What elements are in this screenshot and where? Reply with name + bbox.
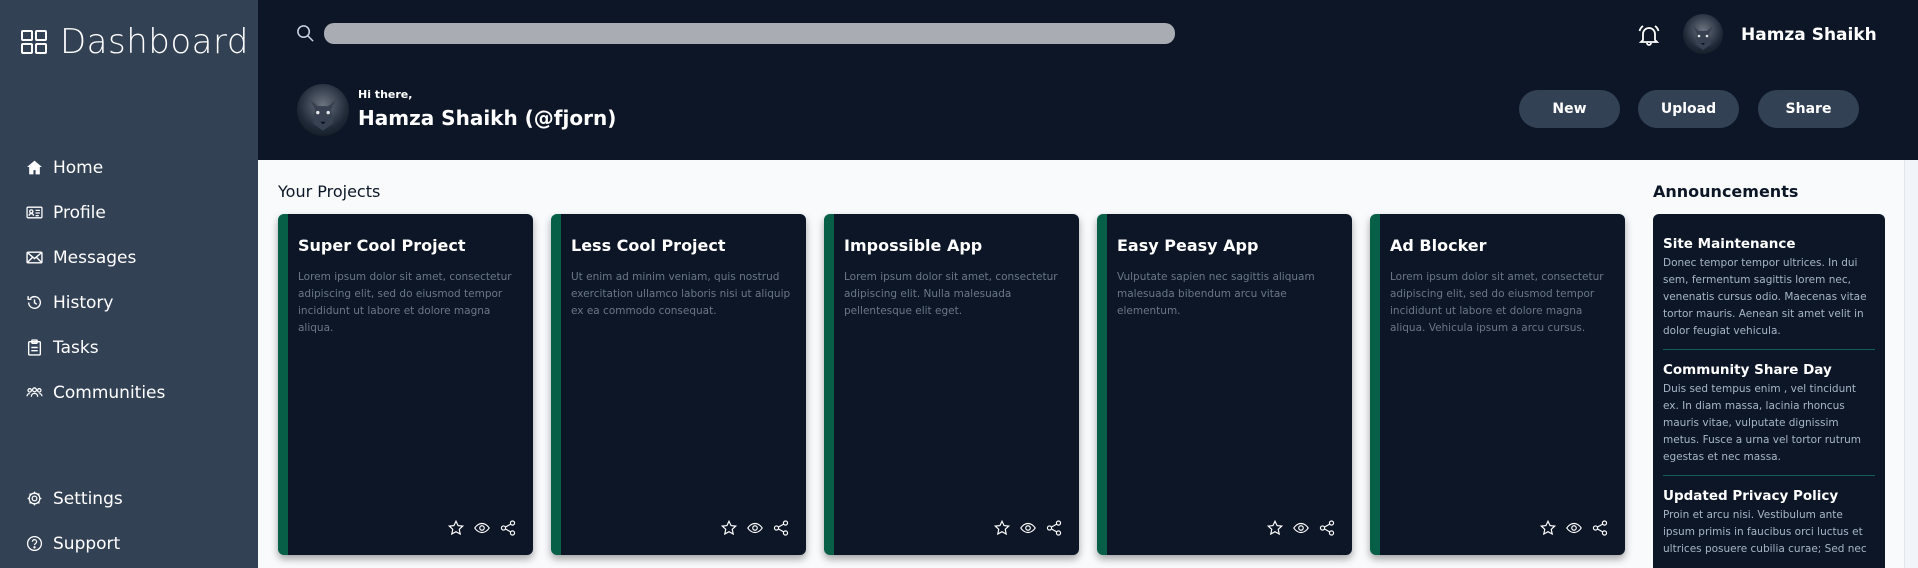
announcement-item[interactable]: Community Share Day Duis sed tempus enim…	[1653, 361, 1885, 466]
wolf-avatar-image	[1693, 26, 1713, 50]
upload-button[interactable]: Upload	[1638, 90, 1739, 128]
star-icon[interactable]	[1266, 519, 1284, 537]
project-card-actions	[1266, 519, 1336, 537]
star-icon[interactable]	[1539, 519, 1557, 537]
project-card-desc: Lorem ipsum dolor sit amet, consectetur …	[844, 271, 1058, 317]
sidebar-item-label: Profile	[53, 202, 106, 223]
announcement-body: Proin et arcu nisi. Vestibulum ante ipsu…	[1663, 509, 1867, 555]
search-input[interactable]	[324, 23, 1175, 44]
eye-icon[interactable]	[1565, 519, 1583, 537]
project-card-actions	[1539, 519, 1609, 537]
project-card-desc: Ut enim ad minim veniam, quis nostrud ex…	[571, 271, 791, 317]
announcement-title: Site Maintenance	[1663, 236, 1796, 252]
announcements-title: Announcements	[1653, 182, 1799, 201]
question-icon	[26, 535, 43, 552]
sidebar-item-home[interactable]: Home	[26, 145, 165, 190]
wolf-avatar-image	[310, 99, 336, 131]
project-card[interactable]: Ad Blocker Lorem ipsum dolor sit amet, c…	[1370, 214, 1625, 555]
project-card[interactable]: Easy Peasy App Vulputate sapien nec sagi…	[1097, 214, 1352, 555]
project-card-title: Ad Blocker	[1390, 236, 1487, 255]
divider	[1663, 475, 1875, 476]
project-card[interactable]: Super Cool Project Lorem ipsum dolor sit…	[278, 214, 533, 555]
share-icon[interactable]	[772, 519, 790, 537]
eye-icon[interactable]	[1292, 519, 1310, 537]
scrollbar[interactable]	[1904, 160, 1918, 568]
sidebar-item-messages[interactable]: Messages	[26, 235, 165, 280]
grid-icon	[21, 30, 47, 54]
star-icon[interactable]	[447, 519, 465, 537]
sidebar-item-history[interactable]: History	[26, 280, 165, 325]
greeting-name: Hamza Shaikh (@fjorn)	[358, 106, 617, 130]
clipboard-icon	[27, 339, 42, 356]
sidebar-item-label: History	[53, 292, 114, 313]
announcement-body: Donec tempor tempor ultrices. In dui sem…	[1663, 257, 1867, 337]
announcement-title: Community Share Day	[1663, 362, 1832, 378]
eye-icon[interactable]	[746, 519, 764, 537]
share-icon[interactable]	[1045, 519, 1063, 537]
share-button[interactable]: Share	[1758, 90, 1859, 128]
project-card-desc: Lorem ipsum dolor sit amet, consectetur …	[1390, 271, 1604, 334]
project-card-actions	[447, 519, 517, 537]
project-card-actions	[720, 519, 790, 537]
announcements-panel: Site Maintenance Donec tempor tempor ult…	[1653, 214, 1885, 568]
projects-title: Your Projects	[278, 182, 381, 201]
gear-icon	[27, 491, 42, 506]
sidebar-item-communities[interactable]: Communities	[26, 370, 165, 415]
sidebar-nav: Home Profile Messages History Tasks Comm…	[26, 145, 165, 415]
announcement-title: Updated Privacy Policy	[1663, 488, 1839, 504]
announcement-item[interactable]: Updated Privacy Policy Proin et arcu nis…	[1653, 487, 1885, 558]
user-name[interactable]: Hamza Shaikh	[1741, 24, 1877, 46]
sidebar: Dashboard Home Profile Messages History …	[0, 0, 258, 568]
sidebar-item-label: Tasks	[53, 337, 99, 358]
divider	[1663, 349, 1875, 350]
share-icon[interactable]	[499, 519, 517, 537]
sidebar-item-support[interactable]: Support	[26, 521, 123, 566]
sidebar-item-profile[interactable]: Profile	[26, 190, 165, 235]
sidebar-item-label: Home	[53, 157, 104, 178]
bell-ringing-icon[interactable]	[1636, 22, 1662, 48]
project-card-title: Less Cool Project	[571, 236, 726, 255]
eye-icon[interactable]	[473, 519, 491, 537]
greeting-avatar	[297, 84, 349, 136]
search-icon[interactable]	[296, 24, 315, 43]
sidebar-item-label: Communities	[53, 382, 166, 403]
project-card-desc: Vulputate sapien nec sagittis aliquam ma…	[1117, 271, 1315, 317]
star-icon[interactable]	[720, 519, 738, 537]
project-card-desc: Lorem ipsum dolor sit amet, consectetur …	[298, 271, 512, 334]
project-card-title: Super Cool Project	[298, 236, 466, 255]
project-card[interactable]: Impossible App Lorem ipsum dolor sit ame…	[824, 214, 1079, 555]
project-card[interactable]: Less Cool Project Ut enim ad minim venia…	[551, 214, 806, 555]
sidebar-footer: Settings Support	[26, 476, 123, 566]
brand-title: Dashboard	[60, 22, 249, 62]
project-card-actions	[993, 519, 1063, 537]
sidebar-item-settings[interactable]: Settings	[26, 476, 123, 521]
history-icon	[27, 295, 42, 309]
envelope-icon	[26, 251, 43, 264]
home-icon	[27, 160, 42, 175]
star-icon[interactable]	[993, 519, 1011, 537]
eye-icon[interactable]	[1019, 519, 1037, 537]
profile-card-icon	[26, 206, 43, 219]
share-icon[interactable]	[1591, 519, 1609, 537]
announcement-item[interactable]: Site Maintenance Donec tempor tempor ult…	[1653, 235, 1885, 340]
people-icon	[26, 387, 43, 397]
sidebar-item-label: Messages	[53, 247, 137, 268]
announcement-body: Duis sed tempus enim , vel tincidunt ex.…	[1663, 383, 1862, 463]
greeting-text: Hi there,	[358, 88, 413, 101]
project-card-title: Easy Peasy App	[1117, 236, 1259, 255]
share-icon[interactable]	[1318, 519, 1336, 537]
sidebar-item-tasks[interactable]: Tasks	[26, 325, 165, 370]
new-button[interactable]: New	[1519, 90, 1620, 128]
brand[interactable]: Dashboard	[20, 22, 249, 62]
sidebar-item-label: Settings	[53, 488, 123, 509]
avatar[interactable]	[1683, 14, 1723, 54]
project-card-title: Impossible App	[844, 236, 983, 255]
sidebar-item-label: Support	[53, 533, 121, 554]
